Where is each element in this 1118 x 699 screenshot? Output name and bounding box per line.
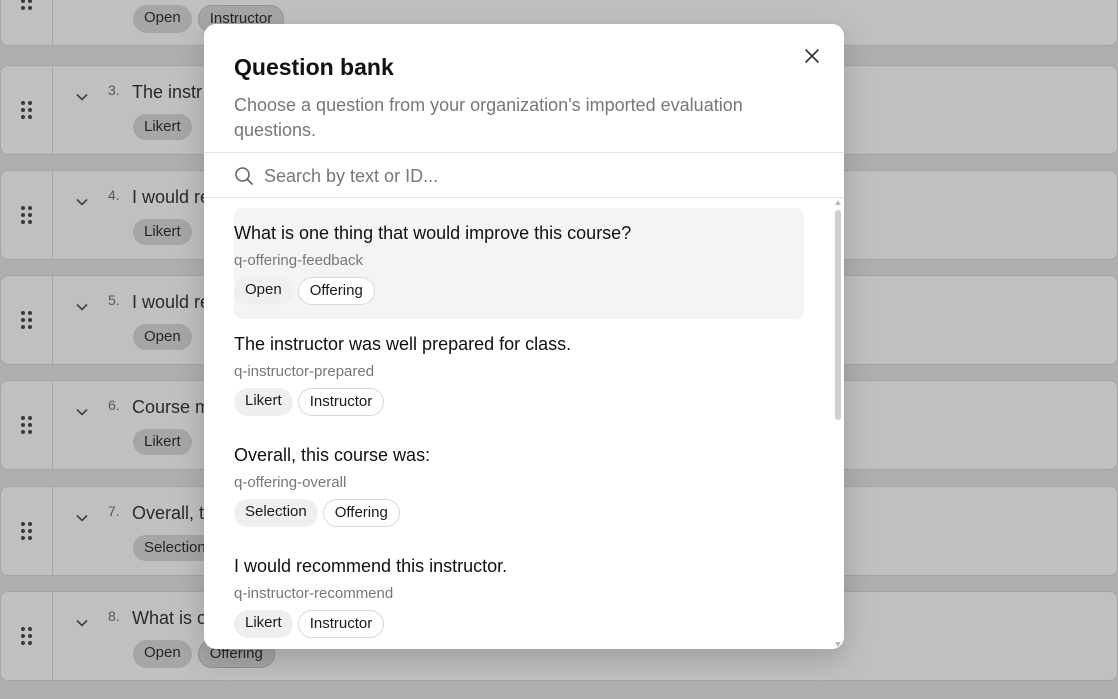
- question-text: I would recommend this instructor.: [234, 556, 508, 576]
- list-scrollbar[interactable]: [834, 200, 842, 647]
- type-tag: Open: [234, 277, 293, 305]
- scrollbar-thumb[interactable]: [835, 210, 841, 420]
- scope-tag: Offering: [322, 499, 400, 527]
- type-tag: Likert: [234, 610, 293, 638]
- question-bank-item[interactable]: I would recommend this instructor. q-ins…: [234, 541, 804, 649]
- dialog-title: Question bank: [234, 54, 394, 80]
- question-tags: Likert Instructor: [234, 388, 804, 416]
- question-id: q-offering-overall: [234, 474, 347, 491]
- search-icon: [235, 167, 253, 185]
- type-tag: Selection: [234, 499, 318, 527]
- scope-tag: Instructor: [297, 610, 385, 638]
- question-tags: Open Offering: [234, 277, 804, 305]
- close-icon: [805, 49, 819, 63]
- scroll-up-arrow[interactable]: [835, 200, 841, 205]
- close-button[interactable]: [800, 44, 824, 68]
- scope-tag: Offering: [297, 277, 375, 305]
- question-id: q-instructor-prepared: [234, 363, 375, 380]
- question-text: What is one thing that would improve thi…: [234, 223, 632, 243]
- question-text: Overall, this course was:: [234, 445, 431, 465]
- question-tags: Likert Instructor: [234, 610, 804, 638]
- dialog-description: Choose a question from your organization…: [234, 95, 743, 140]
- question-bank-item[interactable]: Overall, this course was: q-offering-ove…: [234, 430, 804, 541]
- search-input[interactable]: [264, 161, 804, 191]
- type-tag: Likert: [234, 388, 293, 416]
- search-bar: [204, 152, 844, 198]
- scope-tag: Instructor: [297, 388, 385, 416]
- question-tags: Selection Offering: [234, 499, 804, 527]
- scroll-down-arrow[interactable]: [835, 642, 841, 647]
- question-id: q-offering-feedback: [234, 252, 363, 269]
- question-bank-dialog: Question bank Choose a question from you…: [204, 24, 844, 649]
- question-bank-item[interactable]: The instructor was well prepared for cla…: [234, 319, 804, 430]
- question-bank-list: What is one thing that would improve thi…: [234, 208, 804, 649]
- question-text: The instructor was well prepared for cla…: [234, 334, 572, 354]
- question-bank-item[interactable]: What is one thing that would improve thi…: [234, 208, 804, 319]
- question-id: q-instructor-recommend: [234, 585, 394, 602]
